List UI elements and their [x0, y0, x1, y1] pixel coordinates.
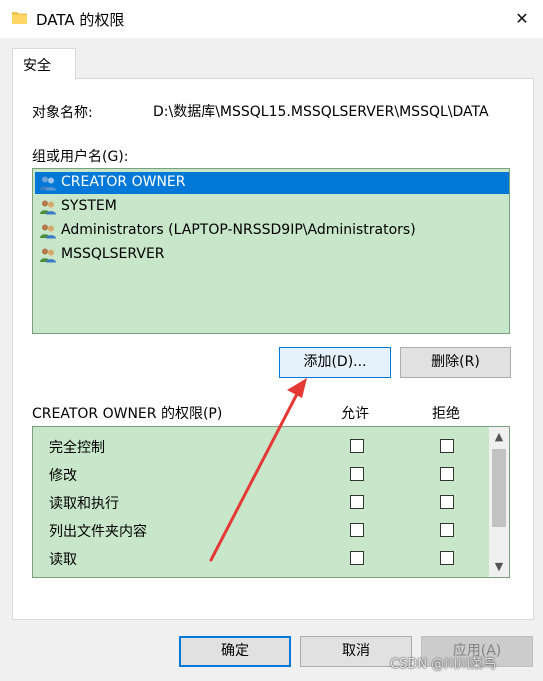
tab-security[interactable]: 安全	[12, 48, 76, 80]
tab-security-label: 安全	[23, 58, 51, 74]
annotation-arrow-icon	[209, 378, 307, 562]
